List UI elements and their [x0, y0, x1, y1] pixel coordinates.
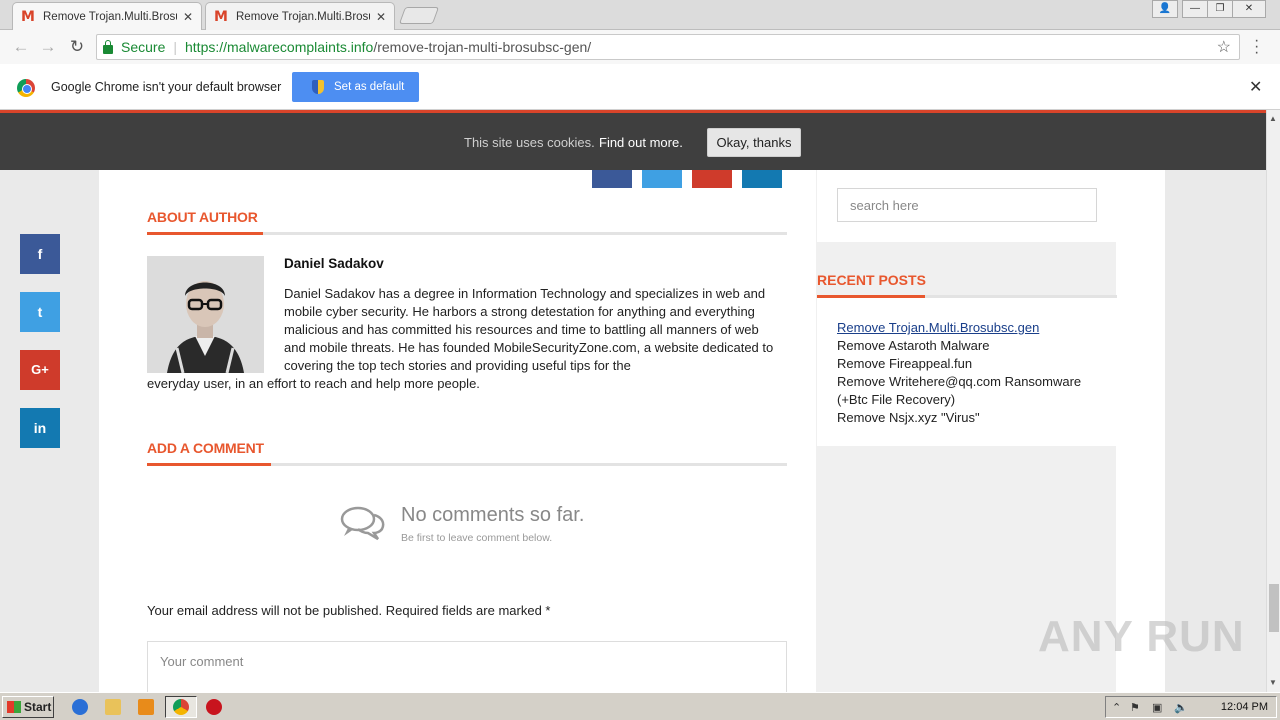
recent-post-link[interactable]: Remove Trojan.Multi.Brosubsc.gen	[837, 319, 1102, 337]
restore-icon[interactable]: ❐	[1207, 0, 1233, 18]
infobar-close-icon[interactable]: ✕	[1249, 77, 1262, 97]
share-twitter-button[interactable]	[642, 170, 682, 188]
web-page: This site uses cookies. Find out more. O…	[0, 110, 1266, 692]
chrome-menu-icon[interactable]: · · ·	[1254, 33, 1259, 61]
shield-icon	[312, 80, 324, 94]
tab-active[interactable]: M Remove Trojan.Multi.Brosubsc.gen ✕	[12, 2, 202, 30]
author-name: Daniel Sadakov	[284, 256, 384, 271]
search-input[interactable]: search here	[837, 188, 1097, 222]
cookie-find-out-more-link[interactable]: Find out more.	[599, 135, 683, 150]
no-comments-subtitle: Be first to leave comment below.	[401, 532, 553, 544]
tab-background[interactable]: M Remove Trojan.Multi.Brosubsc.gen ✕	[205, 2, 395, 30]
page-scrollbar[interactable]: ▲ ▼	[1266, 110, 1280, 692]
author-bio: Daniel Sadakov has a degree in Informati…	[284, 286, 774, 373]
share-linkedin-button[interactable]	[742, 170, 782, 188]
forward-arrow-icon[interactable]: →	[38, 37, 58, 57]
set-as-default-button[interactable]: Set as default	[292, 72, 419, 102]
chrome-logo-icon	[17, 79, 35, 97]
no-comments-title: No comments so far.	[401, 504, 585, 526]
cookie-banner: This site uses cookies. Find out more. O…	[0, 113, 1266, 170]
internet-explorer-icon[interactable]	[72, 699, 88, 715]
tab-close-icon[interactable]: ✕	[183, 10, 193, 24]
back-arrow-icon[interactable]: ←	[11, 37, 31, 57]
media-player-icon[interactable]	[138, 699, 154, 715]
cookie-accept-button[interactable]: Okay, thanks	[707, 128, 801, 157]
start-button[interactable]: Start	[2, 696, 54, 718]
tab-favicon: M	[21, 8, 35, 25]
tab-title: Remove Trojan.Multi.Brosubsc.gen	[236, 10, 370, 23]
action-center-flag-icon[interactable]: ⚑	[1130, 701, 1140, 714]
about-author-divider	[147, 232, 787, 235]
chrome-taskbar-button[interactable]	[165, 696, 197, 718]
taskbar-clock[interactable]: 12:04 PM	[1221, 701, 1268, 713]
share-googleplus-button[interactable]	[692, 170, 732, 188]
close-window-icon[interactable]: ✕	[1232, 0, 1266, 18]
facebook-share-button[interactable]: f	[20, 234, 60, 274]
profile-icon[interactable]: 👤	[1152, 0, 1178, 18]
system-tray: ⌃ ⚑ ▣ 🔈 12:04 PM	[1105, 696, 1277, 718]
browser-toolbar: ← → ↻ Secure | https://malwarecomplaints…	[0, 30, 1280, 64]
author-photo	[147, 256, 264, 373]
omnibox-separator: |	[173, 39, 177, 55]
author-bio-continued: everyday user, in an effort to reach and…	[147, 376, 480, 391]
recent-post-link[interactable]: Remove Writehere@qq.com Ransomware (+Btc…	[837, 373, 1102, 409]
recent-post-link[interactable]: Remove Astaroth Malware	[837, 337, 1102, 355]
url-path: /remove-trojan-multi-brosubsc-gen/	[373, 39, 592, 55]
tab-strip: M Remove Trojan.Multi.Brosubsc.gen ✕ M R…	[0, 0, 1280, 30]
start-label: Start	[24, 700, 52, 714]
scroll-up-arrow-icon[interactable]: ▲	[1269, 114, 1277, 123]
lock-icon	[103, 39, 113, 54]
about-author-heading: ABOUT AUTHOR	[147, 209, 258, 225]
tray-expand-icon[interactable]: ⌃	[1112, 701, 1121, 714]
set-as-default-label: Set as default	[334, 81, 405, 93]
recent-post-link[interactable]: Remove Nsjx.xyz "Virus"	[837, 409, 1102, 427]
share-facebook-button[interactable]	[592, 170, 632, 188]
add-comment-divider	[147, 463, 787, 466]
opera-icon[interactable]	[206, 699, 222, 715]
cookie-text: This site uses cookies.	[464, 135, 595, 150]
email-note: Your email address will not be published…	[147, 603, 551, 618]
twitter-share-button[interactable]: t	[20, 292, 60, 332]
url-host: https://malwarecomplaints.info	[185, 39, 374, 55]
windows-flag-icon	[7, 701, 21, 713]
scroll-down-arrow-icon[interactable]: ▼	[1269, 678, 1277, 687]
recent-posts-list: Remove Trojan.Multi.Brosubsc.gen Remove …	[837, 319, 1102, 427]
anyrun-watermark: ANY RUN	[1038, 612, 1245, 661]
recent-post-link[interactable]: Remove Fireappeal.fun	[837, 355, 1102, 373]
chrome-icon	[173, 699, 189, 715]
add-comment-heading: ADD A COMMENT	[147, 440, 264, 456]
windows-taskbar: Start ⌃ ⚑ ▣ 🔈 12:04 PM	[0, 692, 1280, 720]
network-icon[interactable]: ▣	[1152, 701, 1162, 714]
minimize-icon[interactable]: —	[1182, 0, 1208, 18]
tab-close-icon[interactable]: ✕	[376, 10, 386, 24]
tab-title: Remove Trojan.Multi.Brosubsc.gen	[43, 10, 177, 23]
reload-icon[interactable]: ↻	[67, 37, 87, 57]
comments-bubble-icon	[340, 505, 386, 544]
scrollbar-thumb[interactable]	[1269, 584, 1279, 632]
googleplus-share-button[interactable]: G+	[20, 350, 60, 390]
new-tab-button[interactable]	[398, 7, 440, 24]
address-bar[interactable]: Secure | https://malwarecomplaints.info …	[96, 34, 1240, 60]
recent-posts-heading: RECENT POSTS	[817, 272, 926, 288]
secure-label: Secure	[121, 39, 166, 55]
folder-icon[interactable]	[105, 699, 121, 715]
linkedin-share-button[interactable]: in	[20, 408, 60, 448]
tab-favicon: M	[214, 8, 228, 25]
comment-textarea[interactable]: Your comment	[147, 641, 787, 692]
comment-placeholder: Your comment	[160, 654, 244, 669]
volume-icon[interactable]: 🔈	[1174, 701, 1188, 714]
bookmark-star-icon[interactable]: ☆	[1217, 37, 1231, 57]
infobar-message: Google Chrome isn't your default browser	[51, 80, 282, 94]
default-browser-infobar: Google Chrome isn't your default browser…	[0, 64, 1280, 110]
